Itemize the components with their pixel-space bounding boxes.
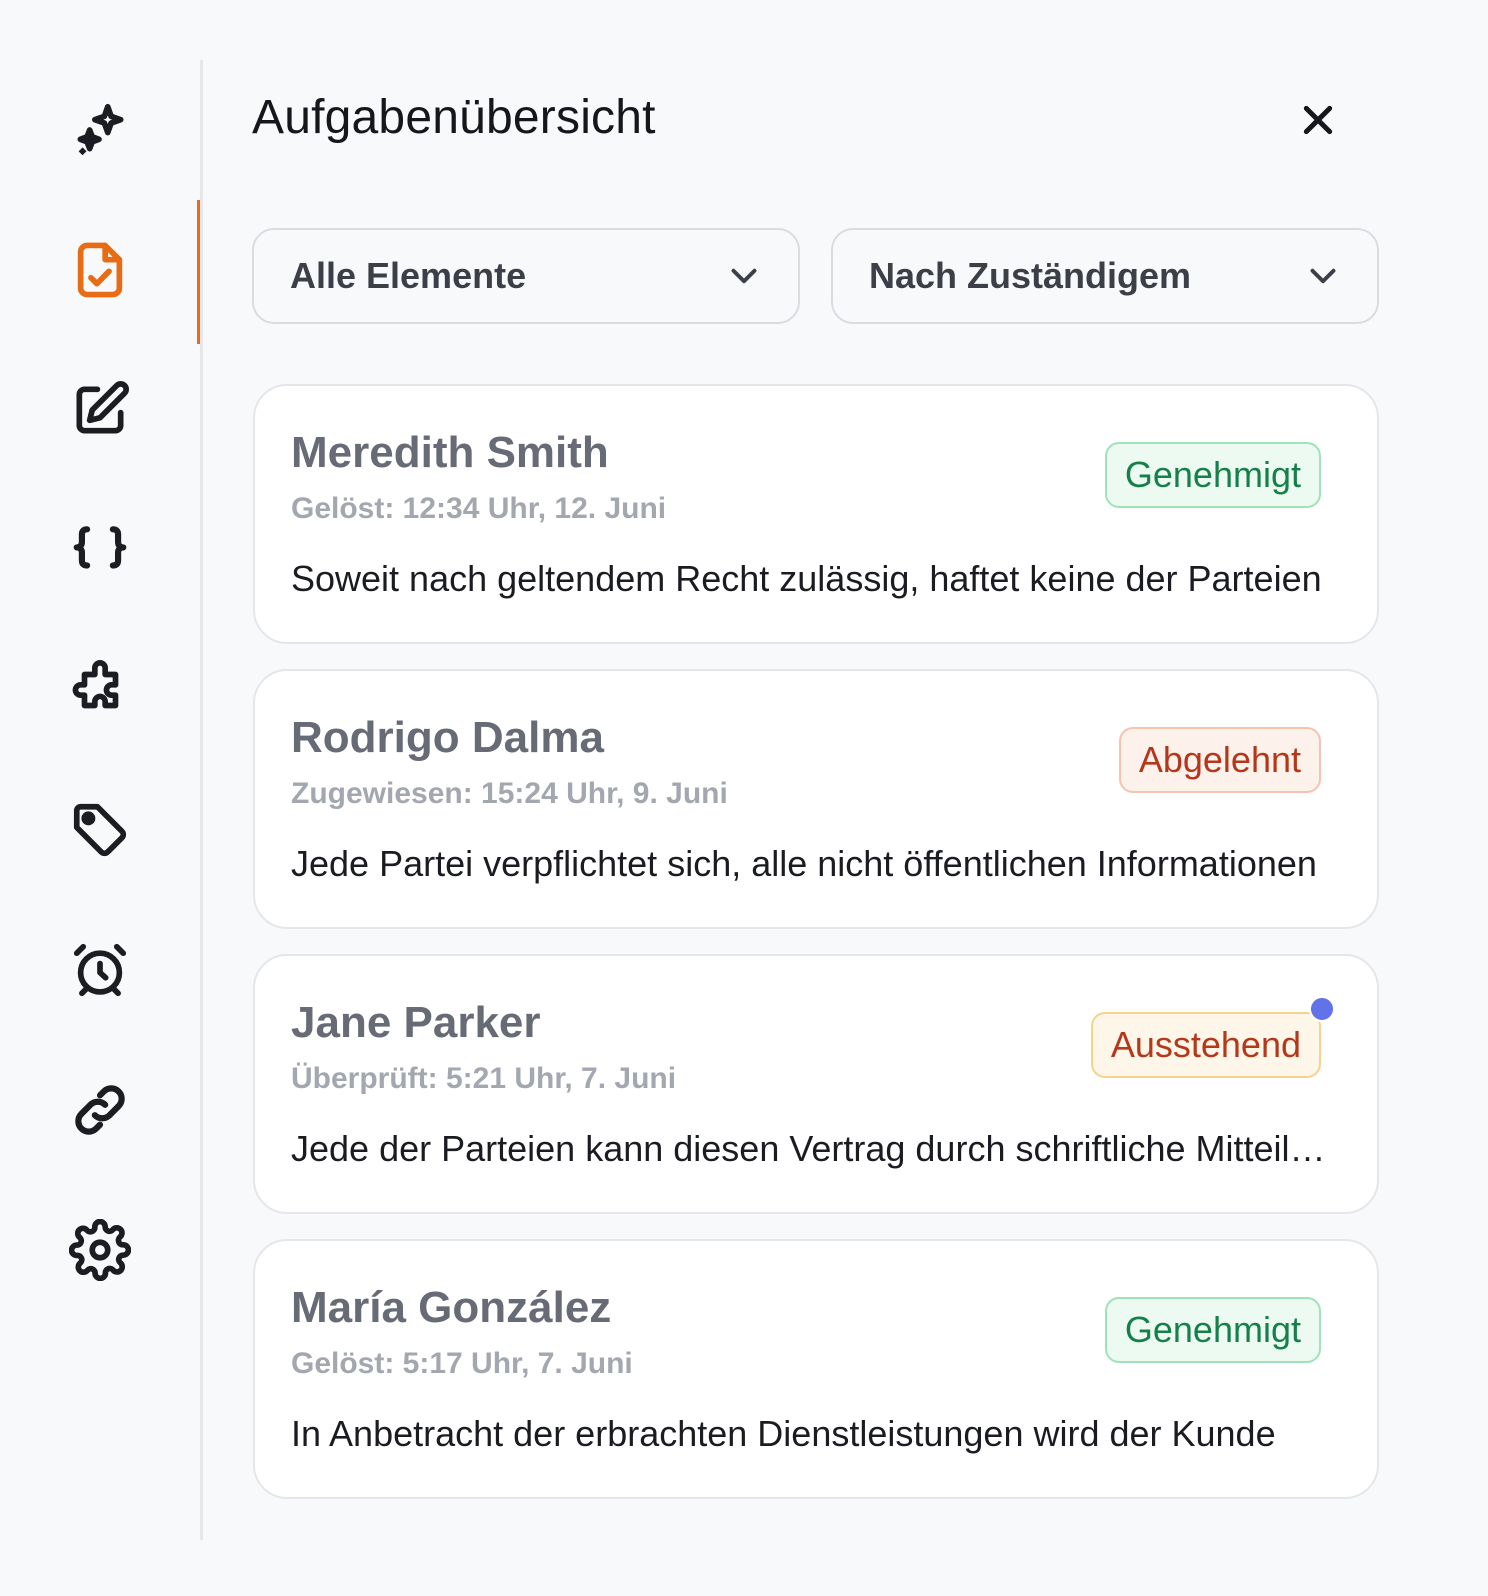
task-card[interactable]: Jane Parker Überprüft: 5:21 Uhr, 7. Juni… [253, 954, 1379, 1214]
task-card[interactable]: Rodrigo Dalma Zugewiesen: 15:24 Uhr, 9. … [253, 669, 1379, 929]
close-button[interactable] [1296, 98, 1340, 142]
task-assignee-name: María González [291, 1283, 612, 1332]
sidebar-item-settings[interactable] [0, 1180, 200, 1320]
link-icon [75, 1085, 125, 1135]
status-badge: Genehmigt [1104, 442, 1321, 508]
status-badge: Abgelehnt [1118, 727, 1321, 793]
edit-icon [76, 381, 129, 434]
task-excerpt: Jede der Parteien kann diesen Vertrag du… [291, 1128, 1341, 1169]
sparkles-icon [77, 103, 124, 156]
sidebar-item-variables[interactable] [0, 480, 200, 620]
task-assignee-name: Rodrigo Dalma [291, 713, 604, 762]
task-card[interactable]: María González Gelöst: 5:17 Uhr, 7. Juni… [253, 1239, 1379, 1499]
sidebar-item-edit[interactable] [0, 340, 200, 480]
grouping-filter-dropdown[interactable]: Nach Zuständigem [831, 228, 1379, 324]
puzzle-icon [72, 660, 119, 709]
task-timestamp: Zugewiesen: 15:24 Uhr, 9. Juni [291, 777, 728, 810]
task-timestamp: Überprüft: 5:21 Uhr, 7. Juni [291, 1062, 677, 1095]
task-assignee-name: Meredith Smith [291, 428, 609, 477]
close-icon [1303, 105, 1333, 135]
task-assignee-name: Jane Parker [291, 998, 541, 1047]
grouping-filter-value: Nach Zuständigem [869, 255, 1192, 296]
settings-icon [69, 1219, 131, 1281]
task-excerpt: Jede Partei verpflichtet sich, alle nich… [291, 843, 1317, 884]
status-badge: Genehmigt [1104, 1297, 1321, 1363]
sidebar-item-tags[interactable] [0, 760, 200, 900]
unread-indicator [1309, 996, 1335, 1022]
task-overview-panel: Aufgabenübersicht Alle Elemente Nach Zus… [0, 0, 1488, 1596]
chevron-down-icon [731, 268, 757, 284]
alarm-clock-icon [73, 943, 127, 997]
sidebar-item-plugins[interactable] [0, 620, 200, 760]
braces-icon [73, 526, 127, 569]
sidebar-item-links[interactable] [0, 1040, 200, 1180]
sidebar [0, 60, 203, 1540]
task-timestamp: Gelöst: 12:34 Uhr, 12. Juni [291, 492, 667, 525]
scope-filter-dropdown[interactable]: Alle Elemente [252, 228, 800, 324]
task-timestamp: Gelöst: 5:17 Uhr, 7. Juni [291, 1347, 633, 1380]
task-card[interactable]: Meredith Smith Gelöst: 12:34 Uhr, 12. Ju… [253, 384, 1379, 644]
task-excerpt: Soweit nach geltendem Recht zulässig, ha… [291, 558, 1322, 599]
page-title: Aufgabenübersicht [252, 91, 656, 144]
task-excerpt: In Anbetracht der erbrachten Dienstleist… [291, 1413, 1276, 1454]
sidebar-item-tasks[interactable] [0, 200, 203, 344]
status-badge: Ausstehend [1090, 1012, 1321, 1078]
tag-icon [73, 803, 127, 857]
sidebar-item-reminders[interactable] [0, 900, 200, 1040]
chevron-down-icon [1310, 268, 1336, 284]
sidebar-item-ai[interactable] [0, 60, 200, 200]
scope-filter-value: Alle Elemente [290, 255, 527, 296]
file-check-icon [77, 242, 123, 298]
sidebar-divider [200, 60, 203, 1540]
